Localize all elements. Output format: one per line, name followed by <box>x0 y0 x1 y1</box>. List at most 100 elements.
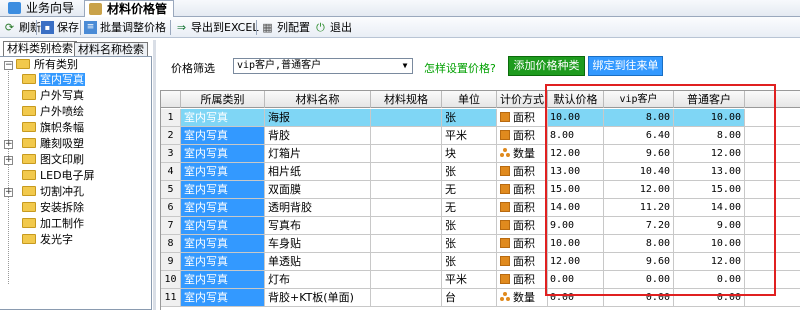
regular-price-cell[interactable]: 0.00 <box>674 271 745 288</box>
spec-cell[interactable] <box>371 271 442 288</box>
unit-cell[interactable]: 平米 <box>442 127 497 144</box>
expand-icon[interactable]: + <box>4 140 13 149</box>
pricing-method-cell[interactable]: 面积 <box>497 271 548 288</box>
column-header-spec[interactable]: 材料规格 <box>371 91 442 108</box>
spec-cell[interactable] <box>371 235 442 252</box>
column-header-unit[interactable]: 单位 <box>442 91 497 108</box>
default-price-cell[interactable]: 13.00 <box>548 163 604 180</box>
spec-cell[interactable] <box>371 253 442 270</box>
bind-to-contacts-button[interactable]: 绑定到往来单位 <box>588 56 663 90</box>
category-cell[interactable]: 室内写真 <box>181 181 265 198</box>
category-cell[interactable]: 室内写真 <box>181 127 265 144</box>
regular-price-cell[interactable]: 9.00 <box>674 217 745 234</box>
expand-icon[interactable]: + <box>4 188 13 197</box>
default-price-cell[interactable]: 8.00 <box>548 127 604 144</box>
pricing-method-cell[interactable]: 面积 <box>497 253 548 270</box>
spec-cell[interactable] <box>371 109 442 126</box>
row-number[interactable]: 4 <box>161 163 181 180</box>
category-cell[interactable]: 室内写真 <box>181 163 265 180</box>
name-cell[interactable]: 单透贴 <box>265 253 371 270</box>
pricing-method-cell[interactable]: 面积 <box>497 217 548 234</box>
vip-price-cell[interactable]: 12.00 <box>604 181 674 198</box>
table-row[interactable]: 3 室内写真 灯箱片 块 数量 12.00 9.60 12.00 <box>161 145 800 163</box>
category-cell[interactable]: 室内写真 <box>181 271 265 288</box>
panel-splitter[interactable] <box>153 40 156 310</box>
vip-price-cell[interactable]: 7.20 <box>604 217 674 234</box>
default-price-cell[interactable]: 15.00 <box>548 181 604 198</box>
vip-price-cell[interactable]: 0.00 <box>604 271 674 288</box>
tree-item-indoor-photo[interactable]: 室内写真 <box>22 72 85 88</box>
vip-price-cell[interactable]: 8.00 <box>604 235 674 252</box>
column-header-pricing-method[interactable]: 计价方式 <box>497 91 548 108</box>
table-row[interactable]: 7 室内写真 写真布 张 面积 9.00 7.20 9.00 <box>161 217 800 235</box>
exit-button[interactable]: ⏻ 退出 <box>313 19 352 36</box>
vip-price-cell[interactable]: 10.40 <box>604 163 674 180</box>
default-price-cell[interactable]: 10.00 <box>548 235 604 252</box>
row-number[interactable]: 6 <box>161 199 181 216</box>
default-price-cell[interactable]: 9.00 <box>548 217 604 234</box>
default-price-cell[interactable]: 14.00 <box>548 199 604 216</box>
row-number[interactable]: 8 <box>161 235 181 252</box>
tab-name-search[interactable]: 材料名称检索 <box>74 42 148 57</box>
default-price-cell[interactable]: 12.00 <box>548 253 604 270</box>
category-cell[interactable]: 室内写真 <box>181 217 265 234</box>
regular-price-cell[interactable]: 15.00 <box>674 181 745 198</box>
column-header-name[interactable]: 材料名称 <box>265 91 371 108</box>
unit-cell[interactable]: 平米 <box>442 271 497 288</box>
name-cell[interactable]: 背胶 <box>265 127 371 144</box>
vip-price-cell[interactable]: 0.00 <box>604 289 674 306</box>
column-header-default-price[interactable]: 默认价格 <box>548 91 604 108</box>
how-to-set-price-link[interactable]: 怎样设置价格? <box>424 60 496 76</box>
table-row[interactable]: 5 室内写真 双面膜 无 面积 15.00 12.00 15.00 <box>161 181 800 199</box>
export-excel-button[interactable]: ⇒ 导出到EXCEL <box>174 19 259 36</box>
pricing-method-cell[interactable]: 数量 <box>497 145 548 162</box>
name-cell[interactable]: 写真布 <box>265 217 371 234</box>
regular-price-cell[interactable]: 14.00 <box>674 199 745 216</box>
row-number[interactable]: 7 <box>161 217 181 234</box>
chevron-down-icon[interactable]: ▼ <box>398 59 412 73</box>
category-cell[interactable]: 室内写真 <box>181 109 265 126</box>
vip-price-cell[interactable]: 9.60 <box>604 253 674 270</box>
pricing-method-cell[interactable]: 数量 <box>497 289 548 306</box>
name-cell[interactable]: 灯布 <box>265 271 371 288</box>
vip-price-cell[interactable]: 8.00 <box>604 109 674 126</box>
vip-price-cell[interactable]: 6.40 <box>604 127 674 144</box>
tree-item-outdoor-photo[interactable]: 户外写真 <box>22 88 85 104</box>
expand-icon[interactable]: + <box>4 156 13 165</box>
tree-item-led-screen[interactable]: LED电子屏 <box>22 168 96 184</box>
default-price-cell[interactable]: 0.00 <box>548 271 604 288</box>
table-row[interactable]: 1 室内写真 海报 张 面积 10.00 8.00 10.00 <box>161 109 800 127</box>
pricing-method-cell[interactable]: 面积 <box>497 163 548 180</box>
name-cell[interactable]: 相片纸 <box>265 163 371 180</box>
table-row[interactable]: 9 室内写真 单透贴 张 面积 12.00 9.60 12.00 <box>161 253 800 271</box>
name-cell[interactable]: 背胶+KT板(单面) <box>265 289 371 306</box>
table-row[interactable]: 11 室内写真 背胶+KT板(单面) 台数量 0.00 0.00 0.00 <box>161 289 800 307</box>
spec-cell[interactable] <box>371 127 442 144</box>
unit-cell[interactable]: 张 <box>442 235 497 252</box>
regular-price-cell[interactable]: 13.00 <box>674 163 745 180</box>
unit-cell[interactable]: 张 <box>442 163 497 180</box>
column-config-button[interactable]: ▦ 列配置 <box>260 19 310 36</box>
row-number[interactable]: 3 <box>161 145 181 162</box>
tree-item-banner[interactable]: 旗帜条幅 <box>22 120 85 136</box>
tree-item-engraving[interactable]: 雕刻吸塑 <box>22 136 85 152</box>
pricing-method-cell[interactable]: 面积 <box>497 181 548 198</box>
spec-cell[interactable] <box>371 163 442 180</box>
default-price-cell[interactable]: 10.00 <box>548 109 604 126</box>
pricing-method-cell[interactable]: 面积 <box>497 127 548 144</box>
collapse-icon[interactable]: − <box>4 61 13 70</box>
row-number[interactable]: 5 <box>161 181 181 198</box>
column-header-category[interactable]: 所属类别 <box>181 91 265 108</box>
name-cell[interactable]: 海报 <box>265 109 371 126</box>
tree-item-outdoor-spray[interactable]: 户外喷绘 <box>22 104 85 120</box>
category-cell[interactable]: 室内写真 <box>181 289 265 306</box>
default-price-cell[interactable]: 0.00 <box>548 289 604 306</box>
spec-cell[interactable] <box>371 289 442 306</box>
unit-cell[interactable]: 无 <box>442 181 497 198</box>
table-row[interactable]: 10 室内写真 灯布 平米 面积 0.00 0.00 0.00 <box>161 271 800 289</box>
regular-price-cell[interactable]: 8.00 <box>674 127 745 144</box>
table-row[interactable]: 6 室内写真 透明背胶 无 面积 14.00 11.20 14.00 <box>161 199 800 217</box>
table-row[interactable]: 4 室内写真 相片纸 张 面积 13.00 10.40 13.00 <box>161 163 800 181</box>
name-cell[interactable]: 灯箱片 <box>265 145 371 162</box>
unit-cell[interactable]: 台 <box>442 289 497 306</box>
